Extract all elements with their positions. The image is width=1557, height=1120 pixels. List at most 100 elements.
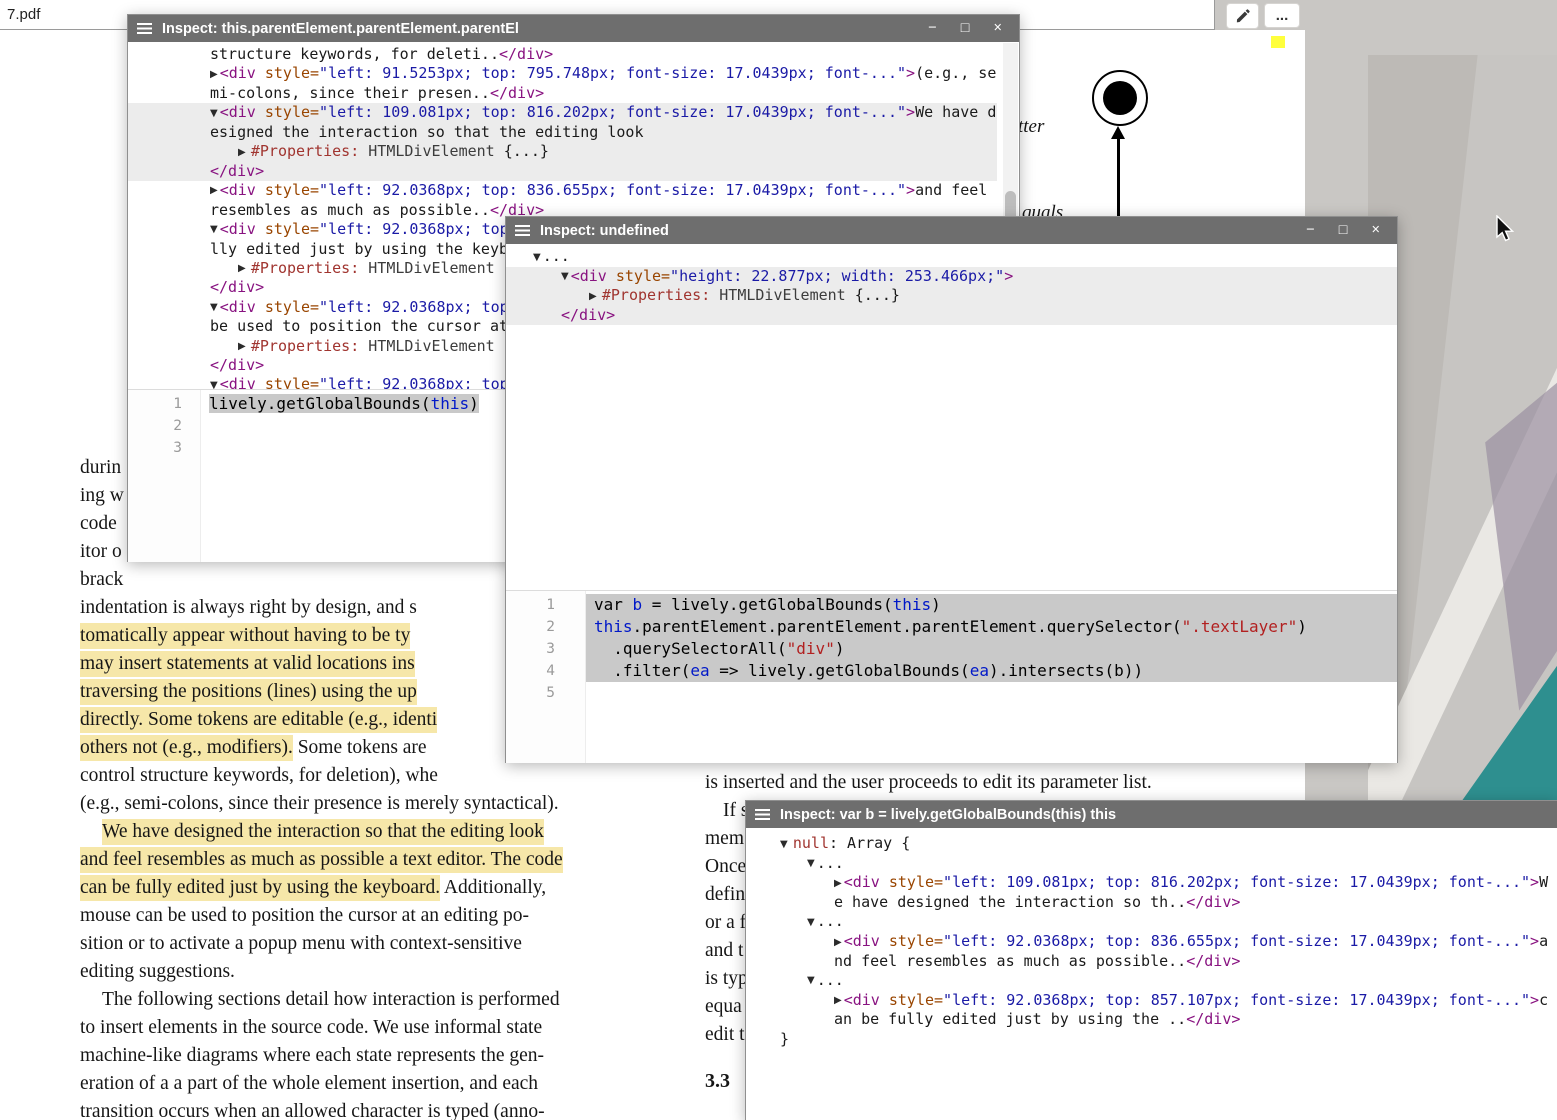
tree-row[interactable]: ▶ #Properties: HTMLDivElement {...} (128, 142, 997, 162)
tree-expander-icon[interactable]: ▼ (533, 252, 541, 263)
code-token: ) (469, 394, 479, 413)
tree-row[interactable]: ▼... (746, 971, 1557, 991)
tree-expander-icon[interactable]: ▶ (238, 263, 249, 274)
pdf-text: is typ (705, 968, 748, 989)
tree-expander-icon[interactable]: ▼ (780, 839, 791, 850)
tree-row[interactable]: ▼<div style="height: 22.877px; width: 25… (506, 267, 1397, 287)
tree-row[interactable]: </div> (128, 162, 997, 181)
tree-row[interactable]: ▶<div style="left: 109.081px; top: 816.2… (746, 873, 1557, 912)
tree-expander-icon[interactable]: ▼ (210, 380, 218, 389)
tree-token: style= (256, 375, 319, 389)
tree-expander-icon[interactable]: ▶ (834, 937, 842, 948)
edit-annotation-button[interactable] (1226, 3, 1259, 29)
maximize-button[interactable]: □ (1339, 217, 1348, 244)
tree-token: <div (220, 181, 256, 199)
tree-expander-icon[interactable]: ▶ (589, 291, 600, 302)
dom-tree-pane[interactable]: ▼...▼<div style="height: 22.877px; width… (506, 244, 1397, 590)
tree-row[interactable]: ▶ #Properties: HTMLDivElement {...} (506, 286, 1397, 306)
more-options-button[interactable]: ... (1264, 3, 1300, 28)
tree-expander-icon[interactable]: ▶ (834, 995, 842, 1006)
code-token: b (633, 595, 643, 614)
code-line[interactable]: var b = lively.getGlobalBounds(this) (586, 594, 1397, 616)
window-title: Inspect: var b = lively.getGlobalBounds(… (780, 807, 1548, 823)
window-titlebar[interactable]: Inspect: this.parentElement.parentElemen… (128, 15, 1019, 42)
code-line[interactable]: .querySelectorAll("div") (586, 638, 1397, 660)
tree-token: style= (256, 181, 319, 199)
inspector-window-array: Inspect: var b = lively.getGlobalBounds(… (745, 800, 1557, 1120)
tree-expander-icon[interactable]: ▶ (210, 185, 218, 196)
pdf-text-line[interactable]: is inserted and the user proceeds to edi… (705, 772, 1152, 794)
pdf-text-line[interactable]: equa (705, 996, 742, 1018)
pdf-text-line[interactable]: and t (705, 940, 743, 962)
window-menu-icon[interactable] (515, 225, 530, 236)
tree-row[interactable]: ▶<div style="left: 92.0368px; top: 836.6… (746, 932, 1557, 971)
tree-token: </div> (561, 306, 615, 324)
window-titlebar[interactable]: Inspect: var b = lively.getGlobalBounds(… (746, 801, 1557, 828)
code-area[interactable]: var b = lively.getGlobalBounds(this)this… (586, 591, 1397, 763)
pdf-text: 3.3 (705, 1070, 730, 1092)
pdf-text-line[interactable]: is typ (705, 968, 748, 990)
tree-row[interactable]: ▶<div style="left: 92.0368px; top: 836.6… (128, 181, 997, 220)
tree-expander-icon[interactable]: ▼ (807, 917, 815, 928)
close-button[interactable]: × (994, 15, 1002, 42)
line-number: 3 (506, 638, 555, 660)
tree-row[interactable]: } (746, 1030, 1557, 1049)
close-button[interactable]: × (1372, 217, 1380, 244)
code-token: ea (970, 661, 989, 680)
code-line[interactable]: .filter(ea => lively.getGlobalBounds(ea)… (586, 660, 1397, 682)
tree-token: <div (844, 873, 880, 891)
tree-token: HTMLDivElement (359, 259, 494, 277)
tree-token: <div (844, 991, 880, 1009)
tree-token: </div> (499, 45, 553, 63)
tree-token: > (1530, 991, 1539, 1009)
tree-row[interactable]: structure keywords, for deleti..</div> (128, 45, 997, 64)
tree-expander-icon[interactable]: ▶ (210, 69, 218, 80)
code-line[interactable] (586, 682, 1397, 704)
window-title: Inspect: this.parentElement.parentElemen… (162, 21, 918, 37)
pdf-text-line[interactable]: Once (705, 856, 746, 878)
pdf-text-line[interactable]: mem (705, 828, 744, 850)
tree-expander-icon[interactable]: ▶ (834, 878, 842, 889)
tree-row[interactable]: </div> (506, 306, 1397, 325)
tree-token: #Properties: (251, 337, 359, 355)
pdf-text-line[interactable]: defin (705, 884, 745, 906)
tree-token: <div (844, 932, 880, 950)
tree-row[interactable]: ▼<div style="left: 109.081px; top: 816.2… (128, 103, 997, 142)
code-line[interactable]: this.parentElement.parentElement.parentE… (586, 616, 1397, 638)
tree-row[interactable]: ▼... (506, 247, 1397, 267)
tree-expander-icon[interactable]: ▼ (561, 271, 569, 282)
tree-row[interactable]: ▼... (746, 854, 1557, 874)
tree-row[interactable]: ▼... (746, 912, 1557, 932)
pdf-text-line[interactable]: or a f (705, 912, 746, 934)
pdf-text-line[interactable]: 3.3 (705, 1070, 730, 1093)
code-token: lively.getGlobalBounds( (209, 394, 431, 413)
tree-expander-icon[interactable]: ▼ (210, 302, 218, 313)
bpmn-end-event-circle (1092, 70, 1148, 126)
tree-expander-icon[interactable]: ▼ (210, 224, 218, 235)
tree-token: </div> (1186, 893, 1240, 911)
tree-token: "left: 109.081px; top: 816.202px; font-s… (319, 103, 906, 121)
tree-token: <div (220, 220, 256, 238)
object-tree-pane[interactable]: ▼ null: Array {▼...▶<div style="left: 10… (746, 828, 1557, 1120)
maximize-button[interactable]: □ (961, 15, 970, 42)
code-token: this (594, 617, 633, 636)
tree-row[interactable]: ▼ null: Array { (746, 834, 1557, 854)
window-titlebar[interactable]: Inspect: undefined − □ × (506, 217, 1397, 244)
window-menu-icon[interactable] (755, 809, 770, 820)
minimize-button[interactable]: − (1306, 217, 1314, 244)
tree-token: {...} (495, 142, 549, 160)
tree-token: <div (220, 103, 256, 121)
minimize-button[interactable]: − (928, 15, 936, 42)
tree-row[interactable]: ▶<div style="left: 92.0368px; top: 857.1… (746, 991, 1557, 1030)
pdf-text-line[interactable]: edit t (705, 1024, 745, 1046)
tree-expander-icon[interactable]: ▼ (807, 858, 815, 869)
tree-row[interactable]: ▶<div style="left: 91.5253px; top: 795.7… (128, 64, 997, 103)
tree-expander-icon[interactable]: ▶ (238, 147, 249, 158)
window-title: Inspect: undefined (540, 223, 1296, 239)
tree-expander-icon[interactable]: ▼ (210, 108, 218, 119)
tree-token: structure keywords, for deleti.. (210, 45, 499, 63)
code-token: .parentElement.parentElement.parentEleme… (633, 617, 1182, 636)
tree-expander-icon[interactable]: ▶ (238, 341, 249, 352)
tree-expander-icon[interactable]: ▼ (807, 975, 815, 986)
window-menu-icon[interactable] (137, 23, 152, 34)
